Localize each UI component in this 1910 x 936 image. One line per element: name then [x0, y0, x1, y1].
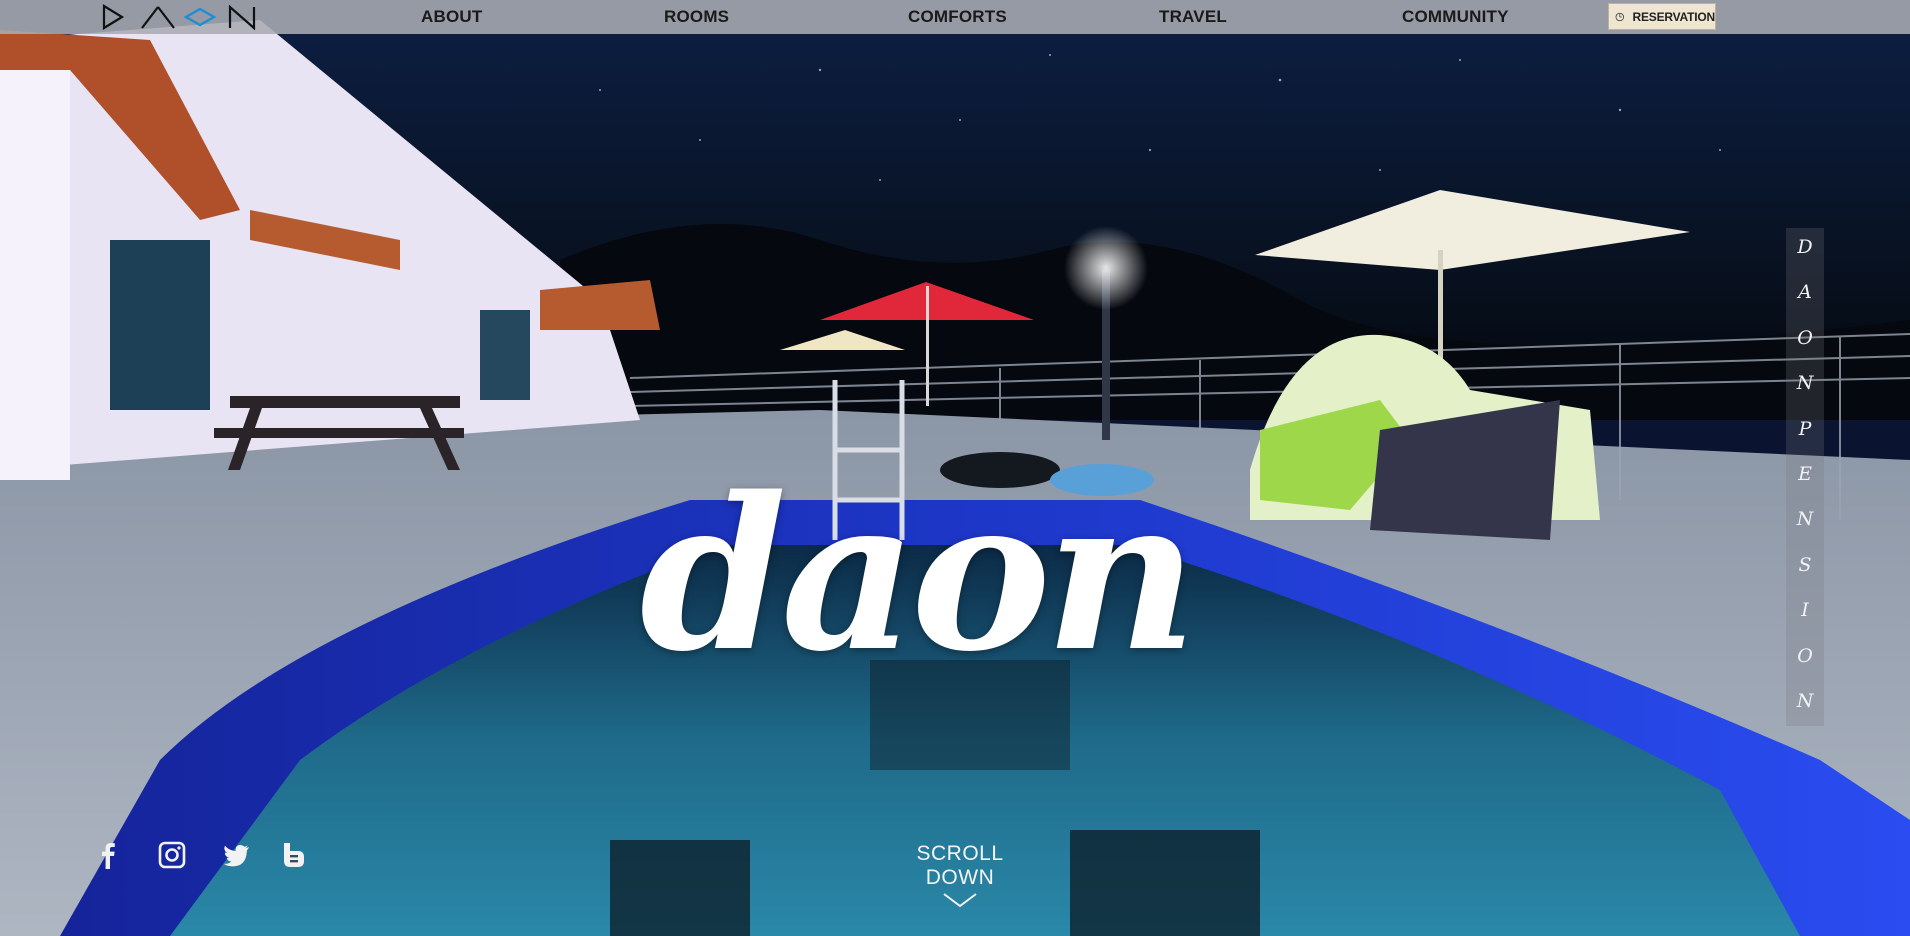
side-letter: N	[1796, 372, 1814, 395]
twitter-icon[interactable]	[220, 839, 252, 871]
side-letter: N	[1796, 689, 1814, 712]
side-vertical-title: D A O N P E N S I O N	[1786, 228, 1824, 726]
scroll-down-indicator[interactable]: SCROLL DOWN	[880, 842, 1040, 908]
hero-title: daon	[640, 451, 1198, 698]
blog-icon[interactable]	[278, 839, 310, 871]
reservation-button[interactable]: RESERVATION	[1608, 3, 1716, 30]
side-letter: I	[1801, 599, 1809, 622]
side-letter: O	[1797, 326, 1813, 349]
nav-community[interactable]: COMMUNITY	[1402, 0, 1509, 34]
side-letter: N	[1796, 508, 1814, 531]
chevron-down-icon	[943, 893, 977, 908]
instagram-icon[interactable]	[156, 839, 188, 871]
side-letter: O	[1797, 644, 1813, 667]
scroll-down-label: SCROLL DOWN	[916, 842, 1004, 889]
side-letter: S	[1798, 553, 1812, 576]
side-letter: D	[1797, 236, 1813, 258]
side-letter: E	[1798, 462, 1812, 485]
top-navigation-bar: ABOUT ROOMS COMFORTS TRAVEL COMMUNITY RE…	[0, 0, 1910, 34]
nav-comforts[interactable]: COMFORTS	[908, 0, 1007, 34]
side-letter: A	[1798, 281, 1812, 304]
side-letter: P	[1798, 417, 1812, 440]
daon-logo[interactable]	[100, 3, 256, 31]
nav-travel[interactable]: TRAVEL	[1159, 0, 1227, 34]
nav-about[interactable]: ABOUT	[421, 0, 482, 34]
clock-icon	[1615, 12, 1624, 21]
reservation-label: RESERVATION	[1632, 9, 1716, 24]
nav-rooms[interactable]: ROOMS	[664, 0, 729, 34]
facebook-icon[interactable]	[92, 839, 124, 871]
